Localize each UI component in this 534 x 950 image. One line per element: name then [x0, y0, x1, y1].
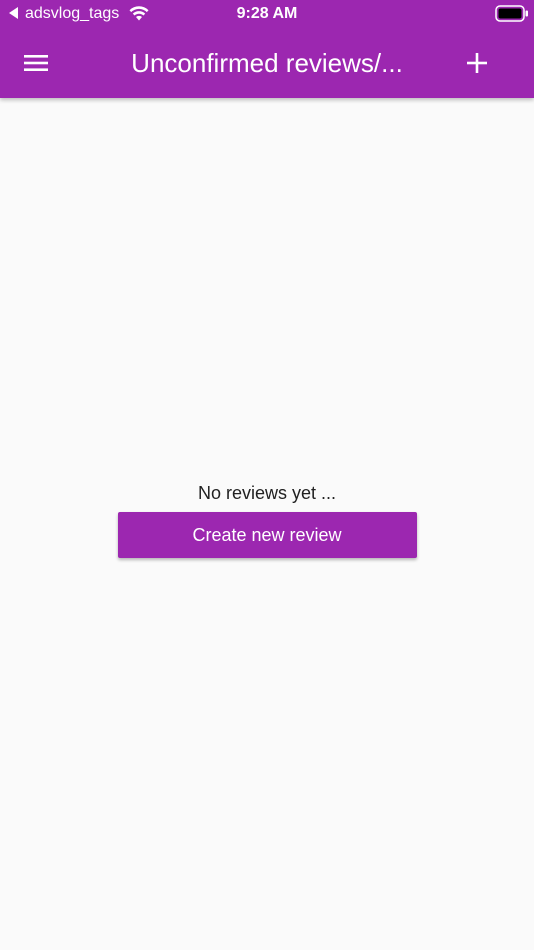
page-title: Unconfirmed reviews/...	[131, 48, 403, 78]
menu-button[interactable]	[18, 45, 54, 81]
empty-state: No reviews yet ... Create new review	[0, 480, 534, 558]
status-time: 9:28 AM	[236, 5, 298, 22]
hamburger-menu-icon	[24, 55, 48, 71]
plus-icon	[467, 53, 487, 73]
screen: adsvlog_tags 9:28 AM Unconfirmed reviews…	[0, 0, 534, 950]
app-bar: Unconfirmed reviews/...	[0, 28, 534, 98]
create-review-button[interactable]: Create new review	[117, 512, 417, 558]
battery-icon	[495, 5, 528, 22]
status-bar: adsvlog_tags 9:28 AM	[0, 0, 534, 28]
add-review-button[interactable]	[458, 45, 496, 81]
top-bar: adsvlog_tags 9:28 AM Unconfirmed reviews…	[0, 0, 534, 98]
empty-message: No reviews yet ...	[197, 483, 337, 503]
